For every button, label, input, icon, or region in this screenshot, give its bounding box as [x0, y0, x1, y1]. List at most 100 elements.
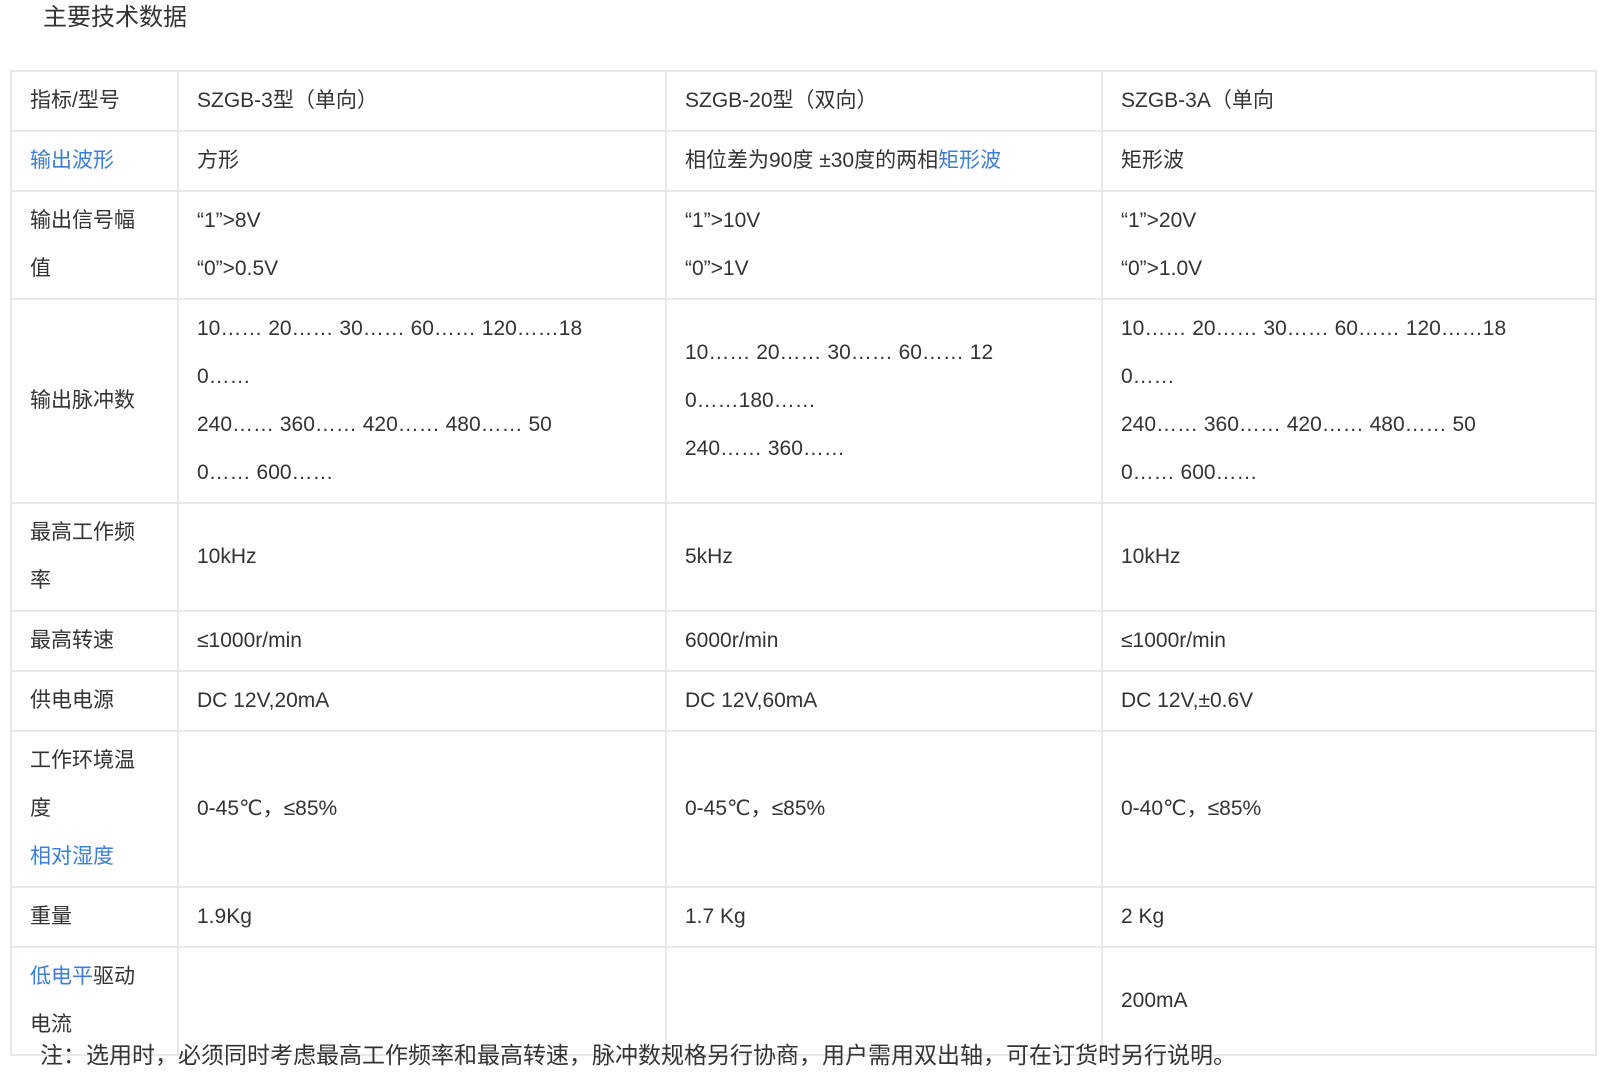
label-output-signal-amplitude: 输出信号幅值 — [11, 191, 178, 299]
text-run: 10kHz — [1121, 545, 1181, 568]
cell-low-level-drive-current-model3: 200mA — [1102, 947, 1596, 1055]
cell-line: 1.9Kg — [197, 893, 647, 941]
label-output-waveform: 输出波形 — [11, 131, 178, 191]
text-run: ≤1000r/min — [1121, 629, 1226, 652]
cell-max-rotation-speed-model3: ≤1000r/min — [1102, 611, 1596, 671]
cell-line: 240…… 360…… 420…… 480…… 50 — [1121, 401, 1577, 449]
text-run: 度 — [30, 797, 51, 820]
label-output-pulse-count: 输出脉冲数 — [11, 299, 178, 503]
cell-low-level-drive-current-model1 — [178, 947, 666, 1055]
cell-weight-model3: 2 Kg — [1102, 887, 1596, 947]
cell-line: 值 — [30, 245, 159, 293]
cell-line: 方形 — [197, 137, 647, 185]
cell-working-environment-model1: 0-45℃，≤85% — [178, 731, 666, 887]
cell-output-signal-amplitude-model2: “1”>10V “0”>1V — [666, 191, 1102, 299]
text-run: DC 12V,20mA — [197, 689, 329, 712]
cell-line: 相位差为90度 ±30度的两相矩形波 — [685, 137, 1083, 185]
cell-max-rotation-speed-model2: 6000r/min — [666, 611, 1102, 671]
row-output-pulse-count: 输出脉冲数10…… 20…… 30…… 60…… 120……180……240……… — [11, 299, 1596, 503]
cell-line: 5kHz — [685, 533, 1083, 581]
cell-line: 0……180…… — [685, 377, 1083, 425]
cell-line: “1”>20V — [1121, 197, 1577, 245]
header-cell-0: 指标/型号 — [11, 71, 178, 131]
cell-line: 输出脉冲数 — [30, 377, 159, 425]
text-run: 重量 — [30, 905, 72, 928]
page-title: 主要技术数据 — [43, 4, 187, 32]
cell-line: 0…… 600…… — [1121, 449, 1577, 497]
cell-line: 供电电源 — [30, 677, 159, 725]
cell-max-working-frequency-model3: 10kHz — [1102, 503, 1596, 611]
text-run: DC 12V,60mA — [685, 689, 817, 712]
cell-max-working-frequency-model1: 10kHz — [178, 503, 666, 611]
link-relative-humidity[interactable]: 相对湿度 — [30, 845, 114, 868]
text-run: 驱动 — [93, 965, 135, 988]
cell-line: DC 12V,60mA — [685, 677, 1083, 725]
cell-max-working-frequency-model2: 5kHz — [666, 503, 1102, 611]
cell-line: ≤1000r/min — [197, 617, 647, 665]
cell-line: 6000r/min — [685, 617, 1083, 665]
text-run: 10…… 20…… 30…… 60…… 12 — [685, 341, 993, 364]
text-run: “0”>1V — [685, 257, 749, 280]
cell-line: 0-45℃，≤85% — [197, 785, 647, 833]
cell-line: 率 — [30, 557, 159, 605]
text-run: 10kHz — [197, 545, 257, 568]
cell-line: 工作环境温 — [30, 737, 159, 785]
header-row: 指标/型号SZGB-3型（单向）SZGB-20型（双向）SZGB-3A（单向 — [11, 71, 1596, 131]
text-run: 200mA — [1121, 989, 1188, 1012]
cell-line: 10…… 20…… 30…… 60…… 120……18 — [1121, 305, 1577, 353]
row-working-environment: 工作环境温度相对湿度 0-45℃，≤85% 0-45℃，≤85% 0-40℃，≤85% — [11, 731, 1596, 887]
label-power-supply: 供电电源 — [11, 671, 178, 731]
label-max-working-frequency: 最高工作频率 — [11, 503, 178, 611]
cell-line: 10…… 20…… 30…… 60…… 12 — [685, 329, 1083, 377]
text-run: 输出信号幅 — [30, 209, 135, 232]
cell-line: 240…… 360…… 420…… 480…… 50 — [197, 401, 647, 449]
text-run: 1.7 Kg — [685, 905, 746, 928]
text-run: “1”>10V — [685, 209, 760, 232]
text-run: “0”>1.0V — [1121, 257, 1202, 280]
text-run: 矩形波 — [1121, 149, 1184, 172]
cell-line: 10…… 20…… 30…… 60…… 120……18 — [197, 305, 647, 353]
text-run: 240…… 360…… 420…… 480…… 50 — [1121, 413, 1476, 436]
text-run: 供电电源 — [30, 689, 114, 712]
header-cell-2: SZGB-20型（双向） — [666, 71, 1102, 131]
link-rect-wave[interactable]: 矩形波 — [938, 149, 1001, 172]
cell-low-level-drive-current-model2 — [666, 947, 1102, 1055]
text-run: 最高工作频 — [30, 521, 135, 544]
text-run: 1.9Kg — [197, 905, 252, 928]
text-run: 6000r/min — [685, 629, 778, 652]
header-cell-1: SZGB-3型（单向） — [178, 71, 666, 131]
cell-line: “0”>0.5V — [197, 245, 647, 293]
text-run: ≤1000r/min — [197, 629, 302, 652]
text-run: 0-40℃，≤85% — [1121, 797, 1261, 820]
cell-output-waveform-model3: 矩形波 — [1102, 131, 1596, 191]
cell-output-signal-amplitude-model1: “1”>8V “0”>0.5V — [178, 191, 666, 299]
text-run: 率 — [30, 569, 51, 592]
label-weight: 重量 — [11, 887, 178, 947]
text-run: 0…… — [1121, 365, 1175, 388]
link-output-waveform[interactable]: 输出波形 — [30, 149, 114, 172]
text-run: 0……180…… — [685, 389, 816, 412]
cell-line: 0-45℃，≤85% — [685, 785, 1083, 833]
text-run: “1”>20V — [1121, 209, 1196, 232]
text-run: “1”>8V — [197, 209, 261, 232]
cell-line: 低电平驱动 — [30, 953, 159, 1001]
cell-output-waveform-model1: 方形 — [178, 131, 666, 191]
cell-line: 10kHz — [1121, 533, 1577, 581]
text-run: 0…… — [197, 365, 251, 388]
link-low-level[interactable]: 低电平 — [30, 965, 93, 988]
cell-line: “0”>1.0V — [1121, 245, 1577, 293]
cell-line: 最高工作频 — [30, 509, 159, 557]
cell-line: 度 — [30, 785, 159, 833]
cell-output-pulse-count-model1: 10…… 20…… 30…… 60…… 120……18 0…… 240…… 360…… — [178, 299, 666, 503]
text-run: 0…… 600…… — [1121, 461, 1258, 484]
row-max-working-frequency: 最高工作频率 10kHz 5kHz 10kHz — [11, 503, 1596, 611]
text-run: 2 Kg — [1121, 905, 1164, 928]
text-run: 工作环境温 — [30, 749, 135, 772]
text-run: 电流 — [30, 1013, 72, 1036]
cell-power-supply-model3: DC 12V,±0.6V — [1102, 671, 1596, 731]
cell-line: 重量 — [30, 893, 159, 941]
text-run: 240…… 360…… 420…… 480…… 50 — [197, 413, 552, 436]
text-run: 输出脉冲数 — [30, 389, 135, 412]
cell-working-environment-model3: 0-40℃，≤85% — [1102, 731, 1596, 887]
cell-weight-model2: 1.7 Kg — [666, 887, 1102, 947]
